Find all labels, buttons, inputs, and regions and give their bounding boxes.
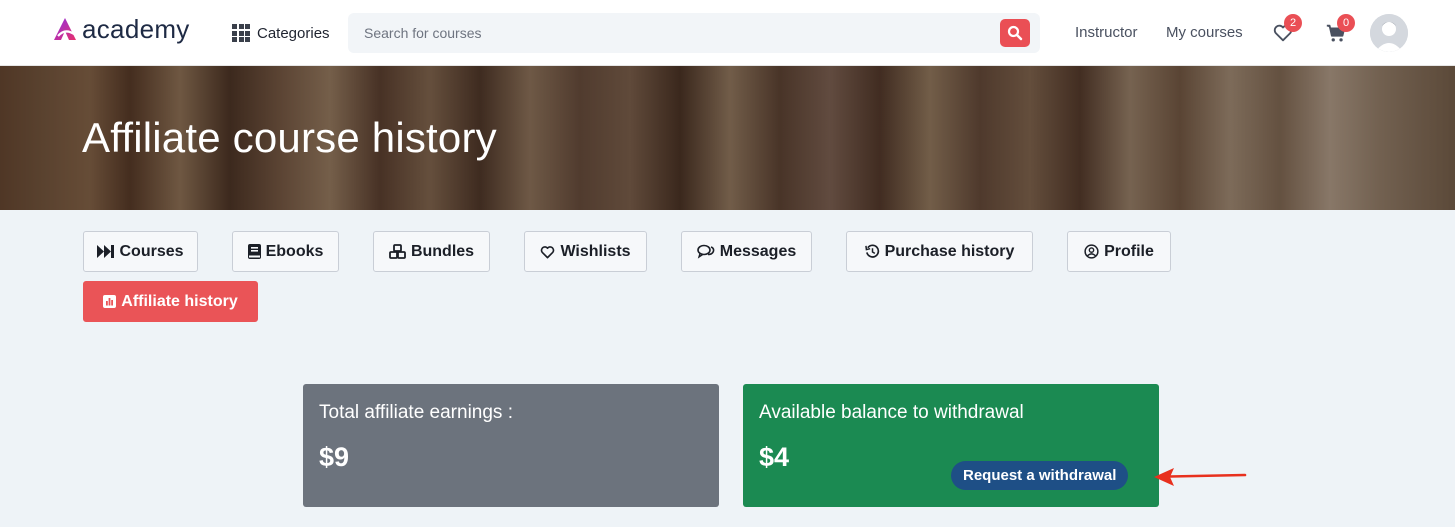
wishlist-count-badge: 2 [1284,14,1302,32]
categories-menu[interactable]: Categories [232,20,330,46]
comments-icon [696,244,715,259]
user-avatar[interactable] [1370,14,1408,52]
heart-icon [541,245,555,258]
total-earnings-card: Total affiliate earnings : $9 [303,384,719,507]
tab-wishlists[interactable]: Wishlists [524,231,647,272]
cubes-icon [389,244,406,259]
user-circle-icon [1084,244,1099,259]
search-input[interactable] [348,13,988,53]
total-earnings-amount: $9 [319,442,350,472]
annotation-arrow-icon [1154,468,1247,486]
tab-purchase-history[interactable]: Purchase history [846,231,1033,272]
available-balance-card: Available balance to withdrawal $4 Reque… [743,384,1159,507]
tab-label: Bundles [410,242,475,260]
search-button[interactable] [1000,19,1030,47]
categories-label: Categories [257,24,330,42]
academy-logo-icon [54,18,76,40]
search-bar [348,13,1040,53]
total-earnings-title: Total affiliate earnings : [319,402,513,423]
tab-label: Courses [119,242,184,260]
top-navbar: academy Categories Instructor My courses… [0,0,1455,66]
tab-courses[interactable]: Courses [83,231,198,272]
available-balance-title: Available balance to withdrawal [759,402,1024,423]
avatar-icon [1370,14,1408,52]
logo-text: academy [82,13,190,44]
forward-step-icon [97,245,115,258]
grid-icon [232,24,250,42]
tab-bundles[interactable]: Bundles [373,231,490,272]
book-icon [247,244,261,259]
tab-label: Purchase history [884,242,1015,260]
search-icon [1007,25,1023,41]
tab-profile[interactable]: Profile [1067,231,1171,272]
tab-messages[interactable]: Messages [681,231,812,272]
tab-label: Messages [719,242,797,260]
request-withdrawal-button[interactable]: Request a withdrawal [951,461,1129,490]
tab-ebooks[interactable]: Ebooks [232,231,339,272]
cart-button[interactable]: 0 [1325,14,1355,44]
page-banner: Affiliate course history [0,66,1455,210]
history-icon [864,244,879,258]
academy-logo[interactable]: academy [52,14,190,44]
tab-label: Profile [1104,242,1154,260]
cart-count-badge: 0 [1337,14,1355,32]
my-courses-link[interactable]: My courses [1166,24,1243,41]
chart-bar-icon [103,295,117,308]
instructor-link[interactable]: Instructor [1075,24,1138,41]
tab-label: Ebooks [265,242,324,260]
available-balance-amount: $4 [759,442,790,472]
tab-affiliate-history[interactable]: Affiliate history [83,281,258,322]
wishlist-button[interactable]: 2 [1272,14,1302,44]
tab-label: Affiliate history [121,292,238,310]
tab-label: Wishlists [560,242,631,260]
page-title: Affiliate course history [82,114,497,161]
